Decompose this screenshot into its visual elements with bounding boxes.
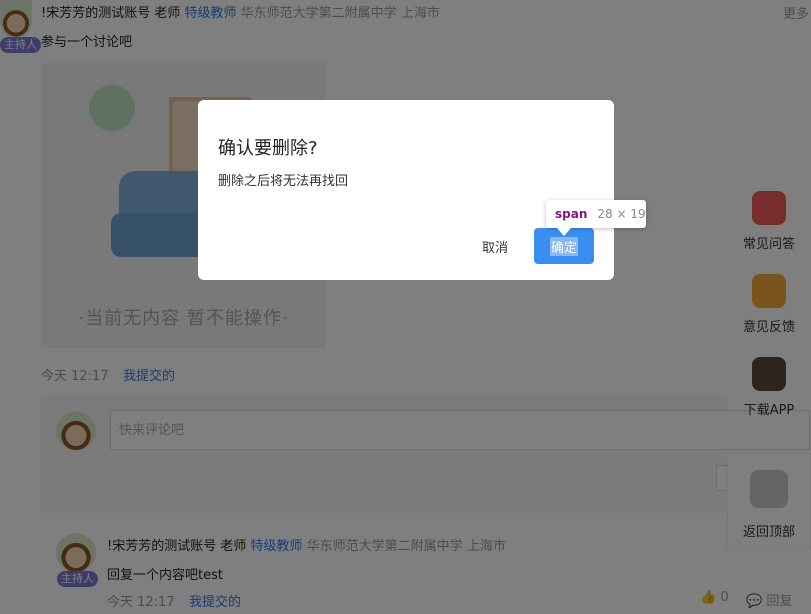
- delete-confirm-dialog: 确认要删除? 删除之后将无法再找回 取消 确定: [198, 100, 614, 280]
- cancel-button[interactable]: 取消: [466, 230, 524, 262]
- modal-overlay[interactable]: [0, 0, 811, 614]
- devtools-tooltip: span 28 × 19: [546, 200, 646, 228]
- confirm-label: 确定: [549, 236, 578, 256]
- tooltip-dims: 28 × 19: [597, 207, 646, 221]
- dialog-title: 确认要删除?: [218, 138, 318, 159]
- tooltip-arrow: [557, 228, 571, 236]
- dialog-message: 删除之后将无法再找回: [218, 174, 349, 189]
- tooltip-tag: span: [555, 207, 588, 221]
